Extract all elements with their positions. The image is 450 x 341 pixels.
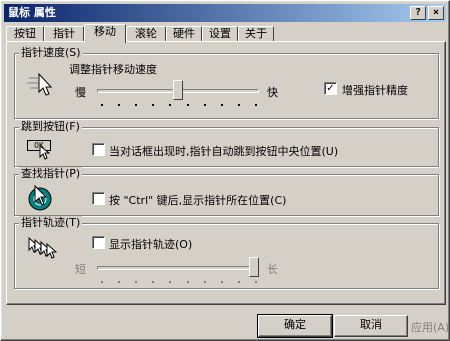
speed-legend: 指针速度(S) xyxy=(19,46,83,60)
slider-tick xyxy=(203,281,206,283)
fast-label: 快 xyxy=(267,86,278,99)
slider-tick xyxy=(220,104,223,106)
speed-subtitle: 调整指针移动速度 xyxy=(69,63,157,76)
slider-tick xyxy=(101,104,103,106)
speed-slider-thumb[interactable] xyxy=(173,80,183,100)
slider-tick xyxy=(152,104,155,106)
slider-tick xyxy=(255,281,257,283)
slider-tick xyxy=(237,281,240,283)
slider-tick xyxy=(186,104,189,106)
locate-pointer-icon xyxy=(28,184,52,211)
pointer-trails-icon xyxy=(28,236,57,259)
slider-tick xyxy=(118,104,121,106)
slider-tick xyxy=(169,104,172,106)
slider-tick xyxy=(169,281,172,283)
show-trails-label: 显示指针轨迹(O) xyxy=(109,238,193,251)
ok-button[interactable]: 确定 xyxy=(257,314,333,338)
long-label: 长 xyxy=(267,263,278,276)
slider-tick xyxy=(237,104,240,106)
window-title: 鼠标 属性 xyxy=(8,6,56,19)
tab-buttons[interactable]: 按钮 xyxy=(6,26,44,42)
locate-legend: 查找指针(P) xyxy=(19,167,83,181)
slider-tick xyxy=(118,281,121,283)
trails-legend: 指针轨迹(T) xyxy=(19,216,83,230)
tab-settings[interactable]: 设置 xyxy=(202,26,238,42)
trails-group: 指针轨迹(T) 显示指针轨迹(O) 短 长 xyxy=(14,216,439,289)
mouse-properties-window: 鼠标 属性 ? × 按钮 指针 移动 滚轮 硬件 设置 关于 指针速度(S) 调… xyxy=(0,0,450,341)
slider-tick xyxy=(220,281,223,283)
title-bar: 鼠标 属性 ? × xyxy=(4,4,446,22)
enhance-precision-checkbox[interactable]: ✓ xyxy=(324,82,337,95)
tab-about[interactable]: 关于 xyxy=(238,26,274,42)
snap-legend: 跳到按钮(F) xyxy=(19,120,82,134)
show-location-label: 按 "Ctrl" 键后,显示指针所在位置(C) xyxy=(109,194,287,207)
short-label: 短 xyxy=(75,263,86,276)
pointer-speed-icon xyxy=(27,72,53,96)
trails-slider-thumb[interactable] xyxy=(249,257,259,277)
snap-to-button-label: 当对话框出现时,指针自动跳到按钮中央位置(U) xyxy=(109,145,339,158)
enhance-precision-label: 增强指针精度 xyxy=(342,84,408,97)
help-button[interactable]: ? xyxy=(410,6,426,20)
close-button[interactable]: × xyxy=(428,6,444,20)
slider-tick xyxy=(255,104,257,106)
motion-tab-panel: 指针速度(S) 调整指针移动速度 慢 快 ✓ 增强指针精度 跳到按钮(F) OK xyxy=(6,41,446,305)
snap-to-button-checkbox[interactable] xyxy=(92,143,105,156)
snap-group: 跳到按钮(F) OK 当对话框出现时,指针自动跳到按钮中央位置(U) xyxy=(14,120,439,167)
slider-tick xyxy=(135,104,138,106)
tab-motion[interactable]: 移动 xyxy=(84,24,126,43)
tab-pointers[interactable]: 指针 xyxy=(44,26,84,42)
apply-button[interactable]: 应用(A) xyxy=(411,319,449,335)
locate-group: 查找指针(P) 按 "Ctrl" 键后,显示指针所在位置(C) xyxy=(14,167,439,216)
slider-tick xyxy=(186,281,189,283)
slider-tick xyxy=(101,281,103,283)
slow-label: 慢 xyxy=(75,86,86,99)
trails-slider-track[interactable] xyxy=(97,266,259,270)
show-trails-checkbox[interactable] xyxy=(92,236,105,249)
slider-tick xyxy=(152,281,155,283)
slider-tick xyxy=(135,281,138,283)
cancel-button[interactable]: 取消 xyxy=(334,315,408,337)
slider-tick xyxy=(203,104,206,106)
cursor-arrow-icon xyxy=(39,145,51,160)
tab-hardware[interactable]: 硬件 xyxy=(166,26,202,42)
tab-wheel[interactable]: 滚轮 xyxy=(126,26,166,42)
ok-button-cursor-icon: OK xyxy=(27,140,53,160)
speed-group: 指针速度(S) 调整指针移动速度 慢 快 ✓ 增强指针精度 xyxy=(14,46,439,119)
show-location-checkbox[interactable] xyxy=(92,192,105,205)
